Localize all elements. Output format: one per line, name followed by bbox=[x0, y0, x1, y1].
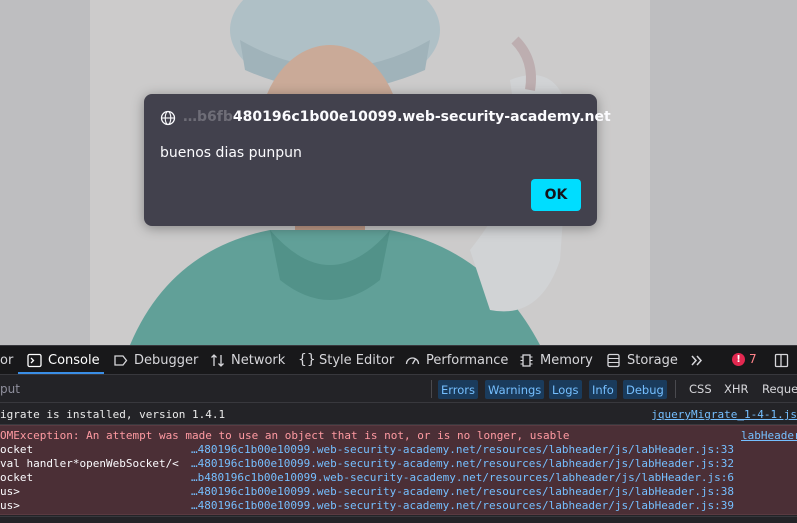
filter-errors-button[interactable]: Errors bbox=[438, 380, 479, 399]
console-input-row[interactable] bbox=[0, 516, 797, 523]
error-source-link[interactable]: labHeader bbox=[741, 429, 797, 442]
filter-requests-button[interactable]: Reque bbox=[762, 382, 797, 396]
tab-performance-label: Performance bbox=[426, 352, 509, 368]
stack-frame-fn: val handler*openWebSocket/< bbox=[0, 457, 179, 470]
filter-css-button[interactable]: CSS bbox=[689, 382, 712, 396]
tab-console[interactable]: Console bbox=[27, 345, 100, 375]
tab-style-editor[interactable]: {} Style Editor bbox=[298, 345, 394, 375]
filter-debug-button[interactable]: Debug bbox=[623, 380, 667, 399]
filter-divider-2 bbox=[675, 380, 676, 398]
console-icon bbox=[27, 353, 42, 367]
tab-storage[interactable]: Storage bbox=[606, 345, 678, 375]
dialog-origin-host: 480196c1b00e10099.web-security-academy.n… bbox=[232, 109, 611, 125]
performance-icon bbox=[405, 356, 420, 364]
tab-debugger-label: Debugger bbox=[134, 352, 199, 368]
tab-inspector-partial[interactable]: or bbox=[0, 345, 13, 375]
network-icon bbox=[211, 353, 224, 367]
filter-input[interactable]: put bbox=[0, 382, 20, 396]
tab-storage-label: Storage bbox=[627, 352, 678, 368]
globe-icon bbox=[160, 110, 176, 126]
dialog-origin: …b6fb480196c1b00e10099.web-security-acad… bbox=[183, 109, 611, 125]
memory-icon bbox=[520, 353, 533, 367]
tab-network[interactable]: Network bbox=[210, 345, 285, 375]
style-editor-icon: {} bbox=[298, 351, 316, 368]
responsive-design-button[interactable] bbox=[774, 345, 789, 375]
ok-button[interactable]: OK bbox=[531, 179, 581, 211]
responsive-design-icon bbox=[774, 353, 789, 367]
tab-style-editor-label: Style Editor bbox=[319, 352, 395, 368]
error-count: 7 bbox=[749, 352, 757, 366]
console-message-info: igrate is installed, version 1.4.1 jquer… bbox=[0, 404, 797, 425]
stack-frame-link[interactable]: …480196c1b00e10099.web-security-academy.… bbox=[191, 485, 734, 498]
tab-console-label: Console bbox=[48, 352, 100, 368]
tab-performance[interactable]: Performance bbox=[405, 345, 508, 375]
filter-xhr-button[interactable]: XHR bbox=[724, 382, 749, 396]
storage-icon bbox=[607, 353, 620, 367]
active-tab-indicator bbox=[18, 372, 104, 374]
console-filter-bar bbox=[0, 376, 797, 403]
tab-debugger[interactable]: Debugger bbox=[113, 345, 198, 375]
stack-frame-fn: ocket bbox=[0, 443, 34, 456]
stack-frame-link[interactable]: …480196c1b00e10099.web-security-academy.… bbox=[191, 443, 734, 456]
more-tabs-button[interactable] bbox=[689, 345, 704, 375]
error-icon: ! bbox=[732, 352, 745, 366]
tab-partial-label: or bbox=[0, 352, 14, 368]
stack-frame-link[interactable]: …480196c1b00e10099.web-security-academy.… bbox=[191, 499, 734, 512]
info-source-link[interactable]: jqueryMigrate_1-4-1.js bbox=[651, 408, 797, 421]
filter-warnings-button[interactable]: Warnings bbox=[485, 380, 545, 399]
dialog-origin-faded: …b6fb bbox=[183, 109, 233, 125]
tab-memory-label: Memory bbox=[540, 352, 593, 368]
chevron-double-right-icon bbox=[691, 355, 703, 365]
stack-frame-fn: us> bbox=[0, 499, 20, 512]
info-text: igrate is installed, version 1.4.1 bbox=[0, 408, 226, 421]
tab-network-label: Network bbox=[231, 352, 286, 368]
error-counter[interactable]: ! 7 bbox=[732, 352, 757, 366]
debugger-icon bbox=[114, 354, 128, 366]
stack-frame-link[interactable]: …480196c1b00e10099.web-security-academy.… bbox=[191, 457, 734, 470]
filter-info-button[interactable]: Info bbox=[589, 380, 617, 399]
filter-logs-button[interactable]: Logs bbox=[549, 380, 582, 399]
stack-frame-fn: ocket bbox=[0, 471, 34, 484]
stack-frame-link[interactable]: …b480196c1b00e10099.web-security-academy… bbox=[191, 471, 734, 484]
error-text: OMException: An attempt was made to use … bbox=[0, 429, 570, 442]
filter-divider bbox=[431, 380, 432, 398]
dialog-message: buenos dias punpun bbox=[160, 145, 302, 161]
tab-memory[interactable]: Memory bbox=[519, 345, 593, 375]
stack-frame-fn: us> bbox=[0, 485, 20, 498]
